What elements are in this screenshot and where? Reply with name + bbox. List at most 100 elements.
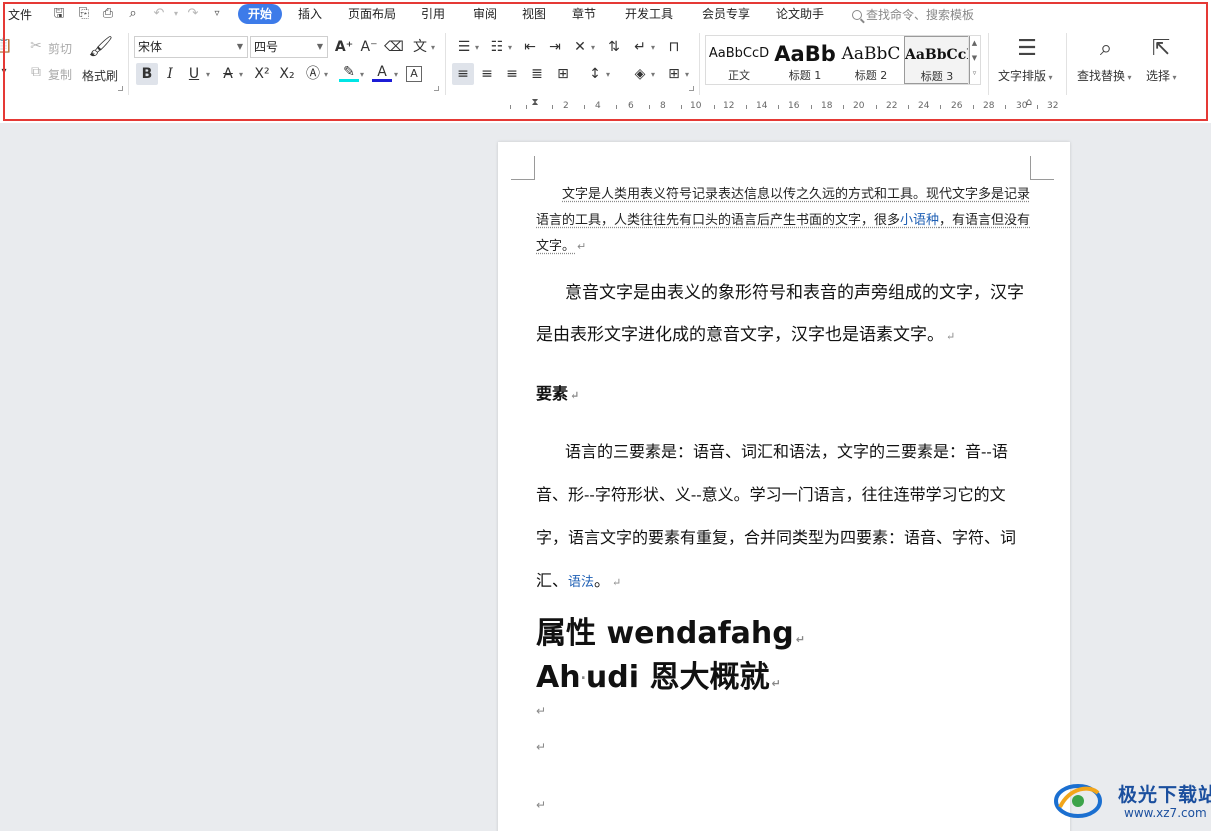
- text-effect-dropdown-icon[interactable]: ▾: [324, 70, 328, 79]
- clear-format-icon[interactable]: ⌫: [384, 37, 404, 57]
- font-group-launcher[interactable]: [434, 86, 439, 91]
- superscript-icon[interactable]: X²: [252, 64, 272, 84]
- export-pdf-icon[interactable]: ⎘: [75, 5, 93, 23]
- expand-gallery-icon[interactable]: ▿: [969, 66, 980, 81]
- text-layout-button[interactable]: 文字排版 ▾: [998, 67, 1053, 84]
- clipboard-group-launcher[interactable]: [118, 86, 123, 91]
- tab-chapter[interactable]: 章节: [572, 6, 596, 22]
- highlight-icon[interactable]: ✎: [339, 62, 359, 82]
- first-line-indent-marker[interactable]: ⧗: [530, 98, 540, 115]
- horizontal-ruler[interactable]: ⧗ 2 4 6 8 10 12 14 16 18 20 22 24 26 28 …: [500, 98, 1062, 116]
- find-replace-button[interactable]: 查找替换 ▾: [1077, 67, 1132, 84]
- show-marks-dropdown-icon[interactable]: ▾: [651, 43, 655, 52]
- command-search[interactable]: 查找命令、搜索模板: [852, 6, 974, 23]
- shading-icon[interactable]: ◈: [630, 64, 650, 84]
- italic-icon[interactable]: I: [160, 64, 180, 84]
- section-heading[interactable]: 要素 ↵: [536, 382, 1032, 408]
- character-border-icon[interactable]: A: [406, 66, 422, 82]
- paragraph-1[interactable]: 文字是人类用表义符号记录表达信息以传之久远的方式和工具。现代文字多是记录语言的工…: [536, 182, 1032, 260]
- strikethrough-dropdown-icon[interactable]: ▾: [239, 70, 243, 79]
- font-color-dropdown-icon[interactable]: ▾: [394, 70, 398, 79]
- hyperlink-text[interactable]: 小语种: [900, 213, 939, 228]
- font-color-icon[interactable]: A: [372, 62, 392, 82]
- paragraph-2[interactable]: 意音文字是由表义的象形符号和表音的声旁组成的文字，汉字是由表形文字进化成的意音文…: [536, 272, 1032, 358]
- select-button[interactable]: 选择 ▾: [1146, 67, 1177, 84]
- tab-stops-icon[interactable]: ⊓: [664, 37, 684, 57]
- cursor-arrow-icon[interactable]: ⇱: [1145, 34, 1177, 64]
- show-marks-icon[interactable]: ↵: [630, 37, 650, 57]
- copy-button[interactable]: 复制: [48, 66, 72, 83]
- align-center-icon[interactable]: ≡: [477, 64, 497, 84]
- tab-developer[interactable]: 开发工具: [625, 6, 673, 22]
- cut-button[interactable]: 剪切: [48, 40, 72, 57]
- print-preview-icon[interactable]: ⌕: [124, 5, 142, 23]
- document-page[interactable]: 文字是人类用表义符号记录表达信息以传之久远的方式和工具。现代文字多是记录语言的工…: [498, 142, 1070, 831]
- tab-view[interactable]: 视图: [522, 6, 546, 22]
- font-name-select[interactable]: 宋体 ▼: [134, 36, 248, 58]
- bullet-dropdown-icon[interactable]: ▾: [475, 43, 479, 52]
- increase-indent-icon[interactable]: ⇥: [545, 37, 565, 57]
- empty-paragraph-mark[interactable]: ↵: [536, 704, 546, 718]
- tab-review[interactable]: 审阅: [473, 6, 497, 22]
- subscript-icon[interactable]: X₂: [277, 64, 297, 84]
- style-heading-2[interactable]: AaBbC 标题 2: [838, 36, 904, 84]
- strikethrough-icon[interactable]: A: [218, 64, 238, 84]
- tab-home[interactable]: 开始: [238, 4, 283, 24]
- file-menu[interactable]: 文件: [8, 6, 32, 23]
- tab-page-layout[interactable]: 页面布局: [348, 6, 396, 22]
- style-normal[interactable]: AaBbCcD 正文: [706, 36, 772, 84]
- hyperlink-text[interactable]: 语法: [568, 575, 594, 590]
- tab-paper-assistant[interactable]: 论文助手: [776, 6, 824, 22]
- undo-icon[interactable]: ↶: [150, 5, 168, 23]
- style-heading-1[interactable]: AaBb 标题 1: [772, 36, 838, 84]
- paste-dropdown-icon[interactable]: ▾: [0, 62, 14, 82]
- align-right-icon[interactable]: ≡: [502, 64, 522, 84]
- right-indent-marker[interactable]: ⌂: [1024, 98, 1034, 115]
- cut-icon[interactable]: ✂: [26, 36, 46, 56]
- styles-scrollbar[interactable]: ▲ ▼ ▿: [968, 36, 980, 84]
- style-heading-3[interactable]: AaBbCcI 标题 3: [904, 36, 970, 84]
- bold-icon[interactable]: B: [136, 63, 158, 85]
- text-layout-icon[interactable]: ☰: [1011, 34, 1043, 64]
- numbered-list-icon[interactable]: ☷: [487, 37, 507, 57]
- highlight-dropdown-icon[interactable]: ▾: [360, 70, 364, 79]
- heading-large-1[interactable]: 属性 wendafahg ↵: [536, 612, 1032, 662]
- decrease-font-icon[interactable]: A⁻: [359, 37, 379, 57]
- redo-icon[interactable]: ↷: [184, 5, 202, 23]
- tab-references[interactable]: 引用: [421, 6, 445, 22]
- chinese-layout-icon[interactable]: ✕: [570, 37, 590, 57]
- customize-toolbar-icon[interactable]: ▿: [208, 5, 226, 23]
- underline-icon[interactable]: U: [184, 64, 204, 84]
- copy-icon[interactable]: ⧉: [26, 62, 46, 82]
- paragraph-group-launcher[interactable]: [689, 86, 694, 91]
- bullet-list-icon[interactable]: ☰: [454, 37, 474, 57]
- decrease-indent-icon[interactable]: ⇤: [520, 37, 540, 57]
- empty-paragraph-mark[interactable]: ↵: [536, 740, 546, 754]
- line-spacing-icon[interactable]: ↕: [585, 64, 605, 84]
- line-spacing-dropdown-icon[interactable]: ▾: [606, 70, 610, 79]
- justify-icon[interactable]: ≣: [527, 64, 547, 84]
- phonetic-dropdown-icon[interactable]: ▾: [431, 43, 435, 52]
- tab-insert[interactable]: 插入: [298, 6, 322, 22]
- phonetic-guide-icon[interactable]: 文: [410, 37, 430, 57]
- increase-font-icon[interactable]: A⁺: [334, 37, 354, 57]
- paste-icon[interactable]: 📋: [0, 36, 14, 56]
- tab-membership[interactable]: 会员专享: [702, 6, 750, 22]
- print-icon[interactable]: ⎙: [99, 5, 117, 23]
- sort-icon[interactable]: ⇅: [604, 37, 624, 57]
- font-size-select[interactable]: 四号 ▼: [250, 36, 328, 58]
- text-effect-icon[interactable]: Ⓐ: [303, 64, 323, 84]
- align-left-icon[interactable]: ≡: [452, 63, 474, 85]
- shading-dropdown-icon[interactable]: ▾: [651, 70, 655, 79]
- chinese-layout-dropdown-icon[interactable]: ▾: [591, 43, 595, 52]
- distributed-align-icon[interactable]: ⊞: [553, 64, 573, 84]
- find-icon[interactable]: ⌕: [1090, 34, 1122, 64]
- underline-dropdown-icon[interactable]: ▾: [206, 70, 210, 79]
- heading-large-2[interactable]: Ah·udi 恩大概就 ↵: [536, 656, 1032, 706]
- format-painter-button[interactable]: 格式刷: [82, 67, 118, 84]
- empty-paragraph-mark[interactable]: ↵: [536, 798, 546, 812]
- format-painter-icon[interactable]: 🖌: [88, 36, 113, 56]
- scroll-up-icon[interactable]: ▲: [969, 36, 980, 51]
- scroll-down-icon[interactable]: ▼: [969, 51, 980, 66]
- save-icon[interactable]: 🖫: [50, 5, 68, 23]
